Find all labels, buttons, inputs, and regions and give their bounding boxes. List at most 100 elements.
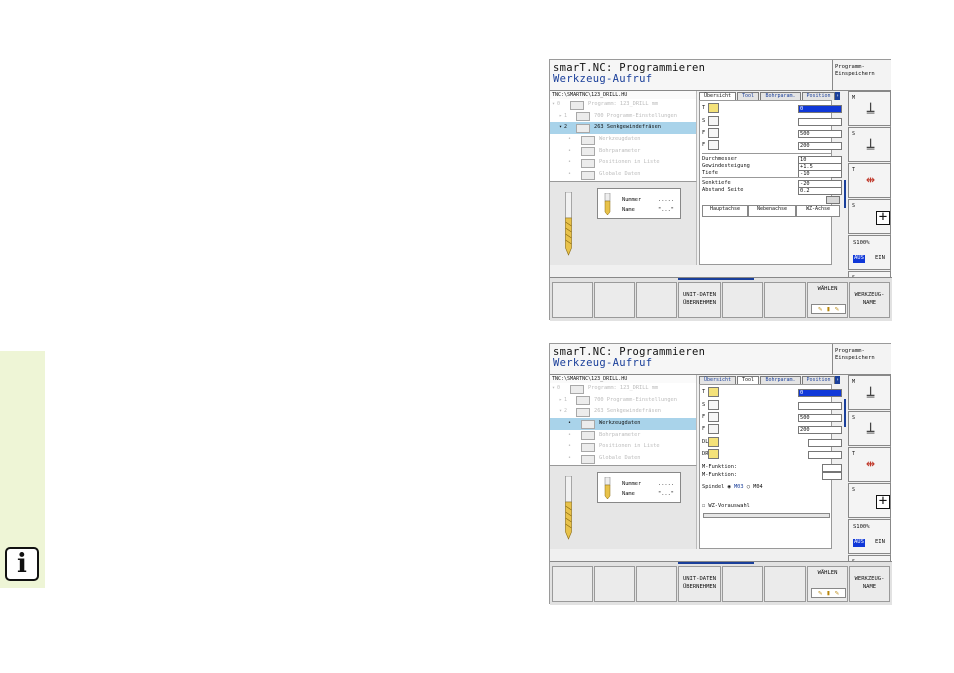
tab-1[interactable]: Übersicht [699,92,736,100]
spindle-label: Spindel [702,484,725,490]
input-field[interactable]: 500 [798,129,842,138]
input-field[interactable] [808,438,842,447]
bottom-softkey-1[interactable] [552,282,593,318]
vertical-softkeys: M⍊S⍊T⇹S+S100%AUSEINS− [848,375,891,591]
bottom-softkey-4[interactable]: UNIT-DATEN ÜBERNEHMEN [678,566,721,602]
radio-m03[interactable]: ◉ [728,484,731,490]
tool-select-icons: ✎ ▮ ✎ [811,588,846,598]
bottom-softkey-2[interactable] [594,566,635,602]
ein-toggle[interactable]: EIN [874,539,886,547]
input-field[interactable]: 0 [798,104,842,113]
bottom-softkey-4[interactable]: UNIT-DATEN ÜBERNEHMEN [678,282,721,318]
tree-item[interactable]: • Globale Daten [550,453,696,465]
tab-3[interactable]: Bohrparam. [760,92,801,100]
tree-expand-icon[interactable]: ▾ [552,383,555,395]
input-field[interactable] [798,401,842,410]
tab-2[interactable]: Tool [737,376,759,384]
bottom-softkey-8[interactable]: WERKZEUG- NAME [849,282,890,318]
softkey-3[interactable]: T ⇹ [848,447,891,482]
tree-expand-icon[interactable]: ▾ [559,406,562,418]
form-row: T0 [702,103,842,113]
input-field[interactable]: 200 [798,425,842,434]
tree-item[interactable]: • Werkzeugdaten [550,418,696,430]
save-program-button[interactable]: Programm- Einspeichern [832,60,891,91]
tree-item[interactable]: • Positionen in Liste [550,157,696,169]
save-program-button[interactable]: Programm- Einspeichern [832,344,891,375]
tree-item[interactable]: • Positionen in Liste [550,441,696,453]
spindle-icon: ⍊ [866,418,876,436]
tree-bullet: • [568,147,572,154]
ein-toggle[interactable]: EIN [874,255,886,263]
input-field[interactable] [808,450,842,459]
bottom-softkey-5[interactable] [722,282,763,318]
tree-item[interactable]: ▸ 1 700 Programm-Einstellungen [550,395,696,407]
tree-item[interactable]: • Werkzeugdaten [550,134,696,146]
softkey-4[interactable]: S + [848,199,891,234]
tab-4[interactable]: Position [802,376,835,384]
tab-1[interactable]: Übersicht [699,376,736,384]
axis-column[interactable]: Nebenachse [748,205,796,217]
form-row: F 500 [702,128,842,138]
preselect-checkbox[interactable]: ☐ [702,503,705,509]
tree-item[interactable]: ▸ 1 700 Programm-Einstellungen [550,111,696,123]
tab-scroll-right-icon[interactable]: › [835,92,840,100]
tree-item[interactable]: • Bohrparameter [550,430,696,442]
preselect-field[interactable] [703,513,830,518]
tree-node-icon [581,158,595,168]
tree-expand-icon[interactable]: ▸ [559,395,562,407]
bottom-softkey-3[interactable] [636,282,677,318]
tree-item-number: 2 [564,408,568,415]
softkey-1[interactable]: M ⍊ [848,375,891,410]
axis-column[interactable]: Hauptachse [702,205,748,217]
bottom-softkey-6[interactable] [764,282,806,318]
softkey-2[interactable]: S ⍊ [848,411,891,446]
tab-scroll-right-icon[interactable]: › [835,376,840,384]
tree-item-number: 2 [564,124,568,131]
m04-label: M04 [753,484,763,490]
input-field[interactable]: 200 [798,141,842,150]
bottom-softkey-3[interactable] [636,566,677,602]
tree-expand-icon[interactable]: ▸ [559,111,562,123]
softkey-1[interactable]: M ⍊ [848,91,891,126]
softkey-5[interactable]: S100% AUS EIN [848,235,891,270]
aus-toggle[interactable]: AUS [853,255,865,263]
bottom-softkey-2[interactable] [594,282,635,318]
tree-item[interactable]: • Bohrparameter [550,146,696,158]
aus-toggle[interactable]: AUS [853,539,865,547]
softkey-letter: T [852,451,856,457]
capture-position-button[interactable] [826,196,840,204]
softkey-4[interactable]: S + [848,483,891,518]
tree-item[interactable]: ▾ 2 263 Senkgewindefräsen [550,122,696,135]
softkey-2[interactable]: S ⍊ [848,127,891,162]
tree-item[interactable]: ▾ 0 Programm: 123_DRILL mm [550,383,696,395]
input-field[interactable]: 0.2 [798,186,842,195]
input-field[interactable]: 0 [798,388,842,397]
dialog-title: Werkzeug-Aufruf [553,357,653,369]
tree-expand-icon[interactable]: ▾ [559,122,562,134]
radio-m04[interactable]: ○ [747,484,750,490]
softkey-5[interactable]: S100% AUS EIN [848,519,891,554]
tab-3[interactable]: Bohrparam. [760,376,801,384]
tree-item[interactable]: ▾ 0 Programm: 123_DRILL mm [550,99,696,111]
bottom-softkey-7[interactable]: WÄHLEN ✎ ▮ ✎ [807,282,848,318]
param-icon [708,412,719,422]
divider [702,153,831,154]
bottom-softkey-5[interactable] [722,566,763,602]
bottom-softkey-7[interactable]: WÄHLEN ✎ ▮ ✎ [807,566,848,602]
tree-expand-icon[interactable]: ▾ [552,99,555,111]
input-field[interactable] [798,117,842,126]
spindle-icon: ⍊ [866,134,876,152]
tab-4[interactable]: Position [802,92,835,100]
input-field[interactable] [822,471,842,480]
axis-column[interactable]: WZ-Achse [796,205,840,217]
tree-item[interactable]: • Globale Daten [550,169,696,181]
override-label: S100% [853,524,870,530]
tree-item[interactable]: ▾ 2 263 Senkgewindefräsen [550,406,696,418]
tool-name-label: Name [622,207,635,213]
bottom-softkey-8[interactable]: WERKZEUG- NAME [849,566,890,602]
bottom-softkey-1[interactable] [552,566,593,602]
tab-2[interactable]: Tool [737,92,759,100]
input-field[interactable]: 500 [798,413,842,422]
softkey-3[interactable]: T ⇹ [848,163,891,198]
bottom-softkey-6[interactable] [764,566,806,602]
